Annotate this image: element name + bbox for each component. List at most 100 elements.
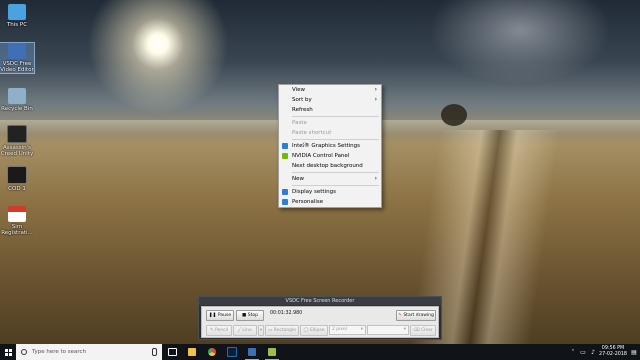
desktop-context-menu: View › Sort by › Refresh Paste Paste sho… xyxy=(278,84,382,208)
desktop-icon-label: VSDC Free Video Editor xyxy=(0,61,34,73)
menu-item-personalise[interactable]: Personalise xyxy=(279,197,381,207)
taskbar-chrome[interactable] xyxy=(202,344,222,360)
intel-graphics-icon xyxy=(282,143,288,149)
menu-item-paste-shortcut: Paste shortcut xyxy=(279,128,381,138)
start-button[interactable] xyxy=(0,344,16,360)
menu-separator xyxy=(292,185,379,186)
line-label: Line xyxy=(242,328,252,333)
display-settings-icon xyxy=(282,189,288,195)
taskbar: Type here to search ˄ ▭ ♪ 09:56 PM 27-02… xyxy=(0,344,640,360)
menu-item-paste: Paste xyxy=(279,118,381,128)
cod-icon xyxy=(7,166,27,184)
recording-time: 00:01:32.980 xyxy=(270,311,303,316)
start-drawing-label: Start drawing xyxy=(403,313,434,318)
menu-item-label: Next desktop background xyxy=(292,163,363,169)
notification-icon[interactable]: ▤ xyxy=(628,349,640,356)
clear-button[interactable]: ⌫ Clear xyxy=(410,325,436,336)
desktop-icon-this-pc[interactable]: This PC xyxy=(0,4,34,28)
chevron-down-icon: ▾ xyxy=(360,327,363,332)
volume-icon[interactable]: ♪ xyxy=(588,349,598,356)
menu-separator xyxy=(292,172,379,173)
menu-item-label: Paste xyxy=(292,120,307,126)
recycle-bin-icon xyxy=(8,88,26,104)
pause-label: Pause xyxy=(217,313,232,318)
menu-item-nvidia-control-panel[interactable]: NVIDIA Control Panel xyxy=(279,151,381,161)
this-pc-icon xyxy=(8,4,26,20)
chevron-up-icon[interactable]: ˄ xyxy=(568,349,578,356)
menu-item-sort-by[interactable]: Sort by › xyxy=(279,95,381,105)
taskbar-task-view[interactable] xyxy=(162,344,182,360)
taskbar-photoshop[interactable] xyxy=(222,344,242,360)
menu-item-label: Sort by xyxy=(292,97,312,103)
taskbar-vsdc-editor[interactable] xyxy=(242,344,262,360)
desktop-icon-cod[interactable]: COD 1 xyxy=(0,166,34,192)
start-drawing-button[interactable]: ✎ Start drawing xyxy=(396,310,436,321)
menu-item-label: Display settings xyxy=(292,189,336,195)
menu-item-new[interactable]: New › xyxy=(279,174,381,184)
chevron-right-icon: › xyxy=(374,175,377,182)
taskbar-search-box[interactable]: Type here to search xyxy=(16,344,162,360)
stop-label: Stop xyxy=(247,313,258,318)
menu-item-label: Paste shortcut xyxy=(292,130,332,136)
desktop-icon-recycle-bin[interactable]: Recycle Bin xyxy=(0,88,34,112)
recorder-taskbar-icon xyxy=(268,348,276,356)
pencil-tool-button[interactable]: ✎ Pencil xyxy=(206,325,232,336)
chevron-down-icon: ▾ xyxy=(259,328,263,333)
search-icon xyxy=(21,349,27,355)
windows-logo-icon xyxy=(4,348,12,356)
personalise-icon xyxy=(282,199,288,205)
desktop-icon-label: Recycle Bin xyxy=(1,106,33,112)
line-width-select[interactable]: 2 pixel ▾ xyxy=(329,325,366,335)
system-tray: ˄ ▭ ♪ 09:56 PM 27-02-2018 ▤ xyxy=(568,344,640,360)
rectangle-label: Rectangle xyxy=(273,328,297,333)
clock-date: 27-02-2018 xyxy=(599,352,627,357)
menu-item-label: View xyxy=(292,87,306,93)
desktop-icon-game[interactable]: Assassin's Creed Unity xyxy=(0,125,34,157)
screen-recorder-window: VSDC Free Screen Recorder ❚❚ Pause ■ Sto… xyxy=(198,296,442,340)
menu-separator xyxy=(292,116,379,117)
task-view-icon xyxy=(167,348,177,356)
line-tool-button[interactable]: ╱ Line xyxy=(233,325,257,336)
photoshop-icon xyxy=(227,347,237,357)
desktop-icon-label: COD 1 xyxy=(8,186,26,192)
menu-item-display-settings[interactable]: Display settings xyxy=(279,187,381,197)
mouse-cursor-icon: ➚ xyxy=(300,140,307,149)
menu-item-label: Personalise xyxy=(292,199,324,205)
menu-item-view[interactable]: View › xyxy=(279,85,381,95)
menu-item-intel-graphics[interactable]: Intel® Graphics Settings xyxy=(279,141,381,151)
desktop-icon-label: Sim Registrati... xyxy=(1,224,33,236)
line-tool-dropdown[interactable]: ▾ xyxy=(258,325,264,336)
file-explorer-icon xyxy=(188,348,196,356)
game-icon xyxy=(7,125,27,143)
taskbar-clock[interactable]: 09:56 PM 27-02-2018 xyxy=(598,346,628,358)
pause-icon: ❚❚ xyxy=(208,313,218,318)
menu-item-label: NVIDIA Control Panel xyxy=(292,153,350,159)
recorder-title[interactable]: VSDC Free Screen Recorder xyxy=(199,297,441,305)
chevron-down-icon: ▾ xyxy=(403,327,406,332)
network-icon[interactable]: ▭ xyxy=(578,349,588,356)
vsdc-editor-icon xyxy=(8,43,26,59)
color-select[interactable]: ▾ xyxy=(367,325,409,335)
taskbar-screen-recorder[interactable] xyxy=(262,344,282,360)
clear-label: Clear xyxy=(421,328,433,333)
menu-item-refresh[interactable]: Refresh xyxy=(279,105,381,115)
menu-item-next-desktop-background[interactable]: Next desktop background xyxy=(279,161,381,171)
pause-button[interactable]: ❚❚ Pause xyxy=(206,310,234,321)
stop-button[interactable]: ■ Stop xyxy=(236,310,264,321)
menu-item-label: Refresh xyxy=(292,107,313,113)
nvidia-icon xyxy=(282,153,288,159)
eraser-icon: ⌫ xyxy=(413,328,421,333)
menu-item-label: New xyxy=(292,176,304,182)
ellipse-tool-button[interactable]: ◯ Ellipse xyxy=(300,325,328,336)
chevron-right-icon: › xyxy=(374,96,377,103)
rectangle-tool-button[interactable]: ▭ Rectangle xyxy=(265,325,299,336)
wallpaper-tree xyxy=(441,104,467,126)
desktop-icon-vsdc-editor[interactable]: VSDC Free Video Editor xyxy=(0,42,35,74)
chrome-icon xyxy=(208,348,216,356)
desktop-icon-pdf[interactable]: Sim Registrati... xyxy=(0,206,34,236)
vsdc-taskbar-icon xyxy=(248,348,256,356)
pdf-icon xyxy=(8,206,26,222)
recorder-panel: ❚❚ Pause ■ Stop 00:01:32.980 ✎ Start dra… xyxy=(201,306,439,338)
microphone-icon[interactable] xyxy=(152,348,157,356)
taskbar-file-explorer[interactable] xyxy=(182,344,202,360)
